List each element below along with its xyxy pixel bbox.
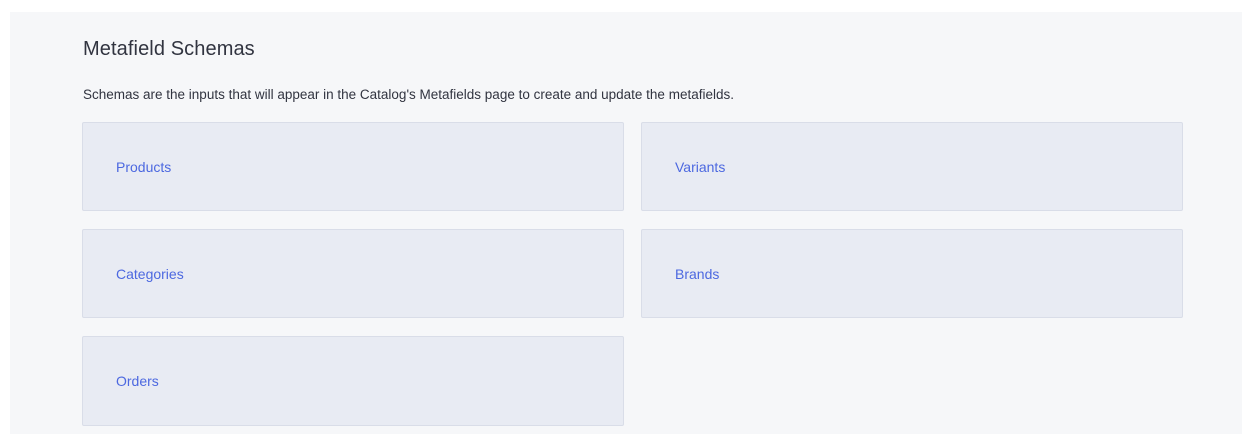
page-description: Schemas are the inputs that will appear … — [83, 87, 734, 102]
schema-card-categories[interactable]: Categories — [82, 229, 624, 318]
schema-card-label[interactable]: Orders — [116, 373, 159, 389]
page-title: Metafield Schemas — [83, 38, 255, 60]
schema-card-label[interactable]: Products — [116, 159, 171, 175]
schema-card-variants[interactable]: Variants — [641, 122, 1183, 211]
schema-card-label[interactable]: Categories — [116, 266, 184, 282]
schema-card-label[interactable]: Variants — [675, 159, 725, 175]
schema-card-products[interactable]: Products — [82, 122, 624, 211]
metafield-schemas-panel: Metafield Schemas Schemas are the inputs… — [10, 12, 1242, 434]
schema-card-label[interactable]: Brands — [675, 266, 719, 282]
schema-card-brands[interactable]: Brands — [641, 229, 1183, 318]
schema-card-orders[interactable]: Orders — [82, 336, 624, 426]
